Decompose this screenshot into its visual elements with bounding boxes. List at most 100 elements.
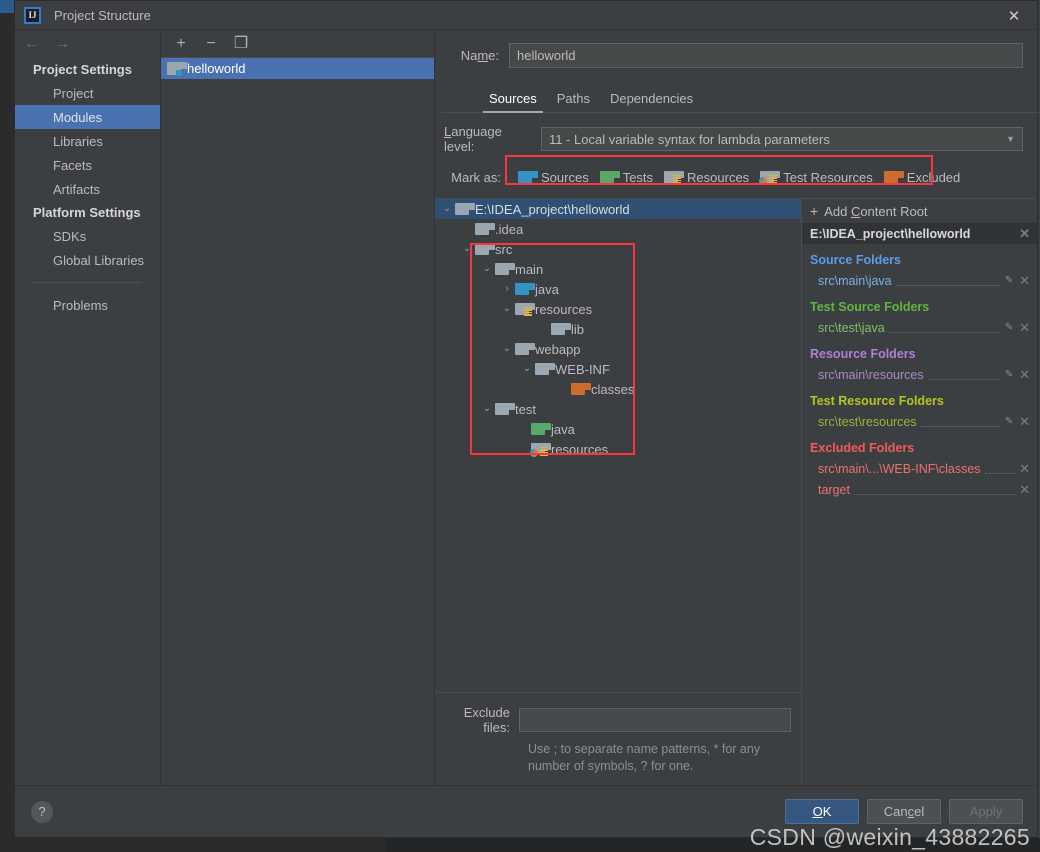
label-part: Na	[460, 48, 478, 63]
chevron-down-icon[interactable]: ⌄	[499, 304, 515, 314]
sidebar-item-modules[interactable]: Modules	[15, 105, 160, 129]
tree-row[interactable]: ⌄ E:\IDEA_project\helloworld	[435, 199, 801, 219]
chevron-down-icon[interactable]: ⌄	[459, 244, 475, 254]
ok-button[interactable]: OK	[785, 799, 859, 824]
folder-entry[interactable]: src\main\resources ✎ ✕	[802, 364, 1037, 385]
exclude-files-row: Exclude files:	[441, 705, 791, 735]
tab-sources[interactable]: Sources	[479, 91, 547, 113]
remove-folder-icon[interactable]: ✕	[1019, 274, 1030, 287]
exclude-files-block: Exclude files: Use ; to separate name pa…	[435, 692, 801, 785]
ok-button-label: OK	[812, 804, 832, 819]
forward-arrow-icon[interactable]: →	[53, 36, 71, 52]
content-tree-pane: ⌄ E:\IDEA_project\helloworld .idea ⌄ src…	[435, 199, 801, 785]
help-icon[interactable]: ?	[31, 800, 53, 823]
tree-row[interactable]: ⌄ resources	[435, 299, 801, 319]
apply-button[interactable]: Apply	[949, 799, 1023, 824]
modules-list: helloworld	[161, 58, 434, 785]
tree-row[interactable]: .idea	[435, 219, 801, 239]
edit-pencil-icon[interactable]: ✎	[1003, 275, 1015, 286]
mark-button-label: SSourcesources	[541, 169, 589, 185]
back-arrow-icon[interactable]: ←	[23, 36, 41, 52]
cancel-button[interactable]: Cancel	[867, 799, 941, 824]
tree-row-label: webapp	[535, 341, 581, 357]
folder-entry[interactable]: src\test\resources ✎ ✕	[802, 411, 1037, 432]
label-part: anguage level:	[444, 124, 502, 154]
sidebar-item-sdks[interactable]: SDKs	[15, 224, 160, 248]
folder-path: src\test\java	[818, 320, 885, 335]
edit-pencil-icon[interactable]: ✎	[1003, 322, 1015, 333]
folder-entry[interactable]: target ✕	[802, 479, 1037, 500]
remove-module-icon[interactable]: −	[203, 35, 219, 52]
copy-module-icon[interactable]: ❐	[233, 35, 249, 52]
edit-pencil-icon[interactable]: ✎	[1003, 369, 1015, 380]
sidebar-item-problems[interactable]: Problems	[15, 293, 160, 317]
folder-test-resources-icon	[530, 442, 551, 457]
tree-row[interactable]: lib	[435, 319, 801, 339]
cancel-button-label: Cancel	[883, 804, 925, 819]
chevron-down-icon[interactable]: ⌄	[499, 344, 515, 354]
chevron-down-icon[interactable]: ⌄	[479, 404, 495, 414]
folder-entry[interactable]: src\test\java ✎ ✕	[802, 317, 1037, 338]
sidebar-item-artifacts[interactable]: Artifacts	[15, 177, 160, 201]
chevron-right-icon[interactable]: ›	[499, 284, 515, 294]
tree-row[interactable]: ⌄ WEB-INF	[435, 359, 801, 379]
chevron-down-icon[interactable]: ⌄	[479, 264, 495, 274]
tree-row[interactable]: ⌄ main	[435, 259, 801, 279]
remove-folder-icon[interactable]: ✕	[1019, 368, 1030, 381]
mark-as-label: Mark as:	[451, 169, 501, 185]
chevron-down-icon[interactable]: ⌄	[519, 364, 535, 374]
content-tree: ⌄ E:\IDEA_project\helloworld .idea ⌄ src…	[435, 199, 801, 692]
mark-as-test-resources-button[interactable]: Test Resources	[757, 169, 876, 186]
tree-row[interactable]: classes	[435, 379, 801, 399]
mark-as-resources-button[interactable]: Resources	[661, 169, 752, 186]
language-level-select[interactable]: 11 - Local variable syntax for lambda pa…	[541, 127, 1023, 151]
sidebar-item-libraries[interactable]: Libraries	[15, 129, 160, 153]
sidebar-item-project[interactable]: Project	[15, 81, 160, 105]
mark-as-sources-button[interactable]: SSourcesources	[515, 169, 592, 186]
folder-orange-icon	[883, 170, 904, 184]
mark-as-row: Mark as: SSourcesources Tests Resourc	[441, 165, 1023, 189]
folder-entry[interactable]: src\main\java ✎ ✕	[802, 270, 1037, 291]
tab-dependencies[interactable]: Dependencies	[600, 91, 703, 113]
chevron-down-icon[interactable]: ⌄	[439, 204, 455, 214]
close-icon[interactable]: ✕	[991, 1, 1037, 30]
mark-as-excluded-button[interactable]: Excluded	[881, 169, 963, 186]
remove-folder-icon[interactable]: ✕	[1019, 415, 1030, 428]
sidebar-item-label: Modules	[53, 109, 103, 125]
folder-test-resources-icon	[759, 170, 781, 185]
tab-paths[interactable]: Paths	[547, 91, 600, 113]
sidebar-item-facets[interactable]: Facets	[15, 153, 160, 177]
remove-folder-icon[interactable]: ✕	[1019, 462, 1030, 475]
dotted-filler	[920, 416, 1000, 427]
tree-row[interactable]: › java	[435, 279, 801, 299]
module-list-item-helloworld[interactable]: helloworld	[161, 58, 434, 79]
remove-folder-icon[interactable]: ✕	[1019, 321, 1030, 334]
module-name-input[interactable]	[509, 43, 1023, 68]
remove-content-root-icon[interactable]: ✕	[1019, 227, 1030, 240]
tree-row-label: WEB-INF	[555, 361, 610, 377]
content-root-header: E:\IDEA_project\helloworld ✕	[802, 223, 1037, 244]
folder-group-resource: Resource Folders src\main\resources ✎ ✕	[802, 338, 1037, 385]
sidebar-divider	[33, 282, 142, 283]
sidebar-item-label: Facets	[53, 157, 93, 173]
exclude-files-hint: Use ; to separate name patterns, * for a…	[528, 742, 761, 773]
tree-row[interactable]: ⌄ src	[435, 239, 801, 259]
project-structure-dialog: IJ Project Structure ✕ ← → Project Setti…	[14, 0, 1040, 838]
exclude-files-input[interactable]	[519, 708, 791, 732]
tree-row-label: main	[515, 261, 544, 277]
mark-as-tests-button[interactable]: Tests	[597, 169, 656, 186]
add-content-root-button[interactable]: + Add Content Root	[802, 199, 1037, 223]
group-title: Test Source Folders	[810, 300, 930, 314]
tree-row[interactable]: ⌄ test	[435, 399, 801, 419]
remove-folder-icon[interactable]: ✕	[1019, 483, 1030, 496]
tree-row[interactable]: java	[435, 419, 801, 439]
sidebar-item-global-libraries[interactable]: Global Libraries	[15, 248, 160, 272]
add-module-icon[interactable]: +	[173, 35, 189, 52]
tree-row[interactable]: ⌄ webapp	[435, 339, 801, 359]
edit-pencil-icon[interactable]: ✎	[1003, 416, 1015, 427]
folder-resources-icon	[515, 302, 535, 316]
module-label: helloworld	[187, 61, 246, 76]
folder-entry[interactable]: src\main\...\WEB-INF\classes ✕	[802, 458, 1037, 479]
tree-row-label: E:\IDEA_project\helloworld	[475, 201, 630, 217]
tree-row[interactable]: resources	[435, 439, 801, 459]
